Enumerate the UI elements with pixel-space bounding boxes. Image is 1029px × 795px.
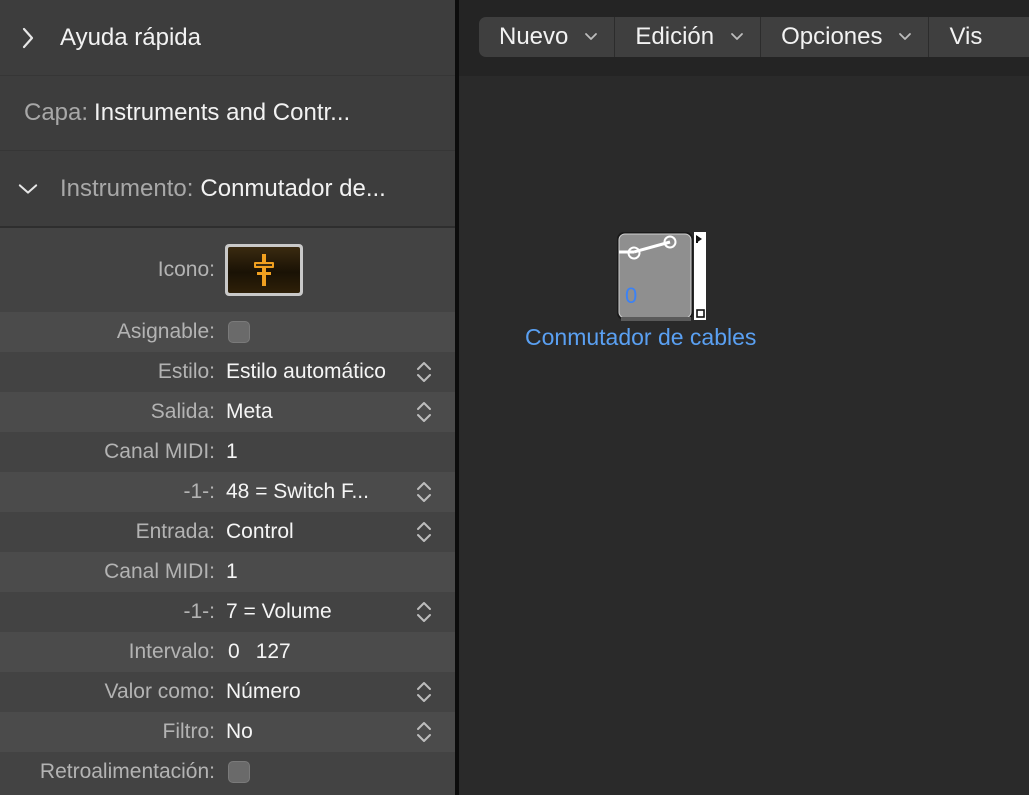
menu-opciones[interactable]: Opciones (761, 17, 930, 57)
cable-switcher-label[interactable]: Conmutador de cables (525, 324, 756, 351)
range-min-value[interactable]: 0 (228, 640, 240, 664)
param-label: Intervalo: (128, 640, 215, 663)
layer-label: Capa: (24, 99, 89, 126)
param-label: Retroalimentación: (39, 760, 215, 783)
icon-picker[interactable] (225, 244, 303, 296)
output-value[interactable]: Meta (226, 400, 273, 424)
in-controller-value[interactable]: 7 = Volume (226, 600, 332, 624)
param-row-style[interactable]: Estilo: Estilo automático (0, 352, 455, 392)
param-row-midi-channel-out: Canal MIDI: 1 (0, 432, 455, 472)
quick-help-title: Ayuda rápida (60, 23, 201, 51)
chevron-down-icon (730, 30, 744, 44)
param-label: Entrada: (135, 520, 215, 543)
param-label: Filtro: (162, 720, 216, 743)
instrument-header[interactable]: Instrumento: Conmutador de... (0, 151, 455, 228)
quick-help-header[interactable]: Ayuda rápida (0, 0, 455, 76)
param-label: Estilo: (157, 360, 215, 383)
menu-label: Edición (635, 23, 715, 50)
param-label: -1-: (183, 480, 216, 503)
param-row-feedback: Retroalimentación: (0, 752, 455, 792)
param-row-assignable: Asignable: (0, 312, 455, 352)
environment-toolbar: Nuevo Edición Opciones Vis (459, 0, 1029, 76)
param-label: Salida: (150, 400, 215, 423)
assignable-checkbox[interactable] (228, 321, 250, 343)
up-down-stepper-icon[interactable] (415, 680, 433, 704)
param-row-output[interactable]: Salida: Meta (0, 392, 455, 432)
chevron-down-icon[interactable] (18, 179, 38, 199)
param-label: Icono: (157, 258, 215, 281)
chevron-down-icon (584, 30, 598, 44)
range-max-value[interactable]: 127 (256, 640, 291, 664)
layer-row[interactable]: Capa: Instruments and Contr... (0, 76, 455, 151)
param-label: -1-: (183, 600, 216, 623)
up-down-stepper-icon[interactable] (415, 600, 433, 624)
feedback-checkbox[interactable] (228, 761, 250, 783)
menu-visualizacion[interactable]: Vis (929, 17, 982, 57)
instrument-label: Instrumento: (60, 174, 194, 202)
param-label: Canal MIDI: (104, 440, 215, 463)
param-label: Valor como: (104, 680, 216, 703)
environment-area: Nuevo Edición Opciones Vis 0 Conmutador … (459, 0, 1029, 795)
cable-switcher-value: 0 (625, 283, 638, 308)
fader-icon (228, 247, 300, 293)
param-label: Asignable: (116, 320, 215, 343)
up-down-stepper-icon[interactable] (415, 720, 433, 744)
out-controller-value[interactable]: 48 = Switch F... (226, 480, 369, 504)
menu-label: Opciones (781, 23, 883, 50)
param-row-input[interactable]: Entrada: Control (0, 512, 455, 552)
cable-switcher-object[interactable]: 0 (616, 231, 712, 325)
param-label: Canal MIDI: (104, 560, 215, 583)
style-value[interactable]: Estilo automático (226, 360, 386, 384)
param-row-icon: Icono: (0, 228, 455, 312)
layer-value: Instruments and Contr... (94, 99, 351, 126)
menu-nuevo[interactable]: Nuevo (479, 17, 616, 57)
menu-label: Vis (949, 23, 983, 50)
menu-bar: Nuevo Edición Opciones Vis (479, 17, 1029, 57)
param-row-midi-channel-in: Canal MIDI: 1 (0, 552, 455, 592)
input-value[interactable]: Control (226, 520, 294, 544)
param-row-value-as[interactable]: Valor como: Número (0, 672, 455, 712)
param-row-filter[interactable]: Filtro: No (0, 712, 455, 752)
up-down-stepper-icon[interactable] (415, 360, 433, 384)
param-row-in-controller[interactable]: -1-: 7 = Volume (0, 592, 455, 632)
chevron-down-icon (898, 30, 912, 44)
value-as-value[interactable]: Número (226, 680, 301, 704)
parameter-list: Icono: Asignable: Estilo: Estilo automát… (0, 228, 455, 792)
up-down-stepper-icon[interactable] (415, 520, 433, 544)
param-row-out-controller[interactable]: -1-: 48 = Switch F... (0, 472, 455, 512)
up-down-stepper-icon[interactable] (415, 480, 433, 504)
instrument-value: Conmutador de... (200, 174, 386, 202)
param-row-range: Intervalo: 0 127 (0, 632, 455, 672)
menu-label: Nuevo (499, 23, 569, 50)
menu-edicion[interactable]: Edición (615, 17, 762, 57)
midi-channel-out-value[interactable]: 1 (226, 440, 238, 464)
midi-channel-in-value[interactable]: 1 (226, 560, 238, 584)
filter-value[interactable]: No (226, 720, 253, 744)
inspector-panel: Ayuda rápida Capa: Instruments and Contr… (0, 0, 455, 795)
chevron-right-icon[interactable] (18, 27, 38, 48)
up-down-stepper-icon[interactable] (415, 400, 433, 424)
